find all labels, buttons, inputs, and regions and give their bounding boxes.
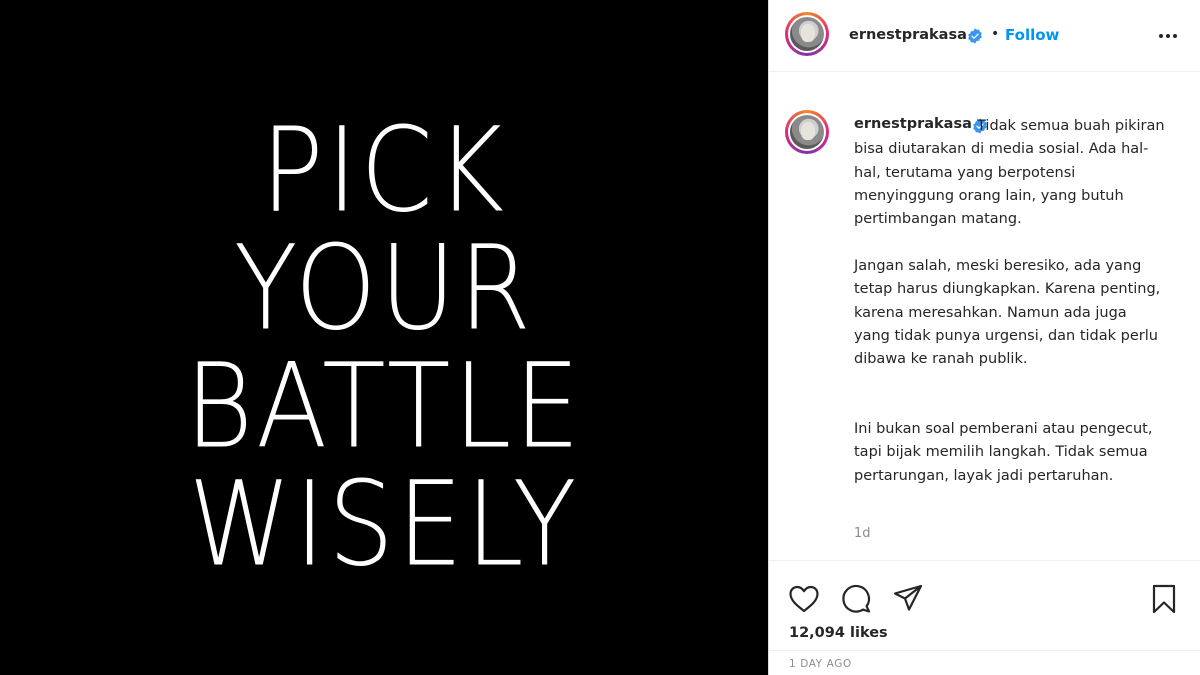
bookmark-icon[interactable]	[1147, 582, 1181, 616]
follow-button[interactable]: Follow	[1005, 26, 1059, 44]
like-count[interactable]: 12,094 likes	[789, 625, 888, 641]
post-date[interactable]: 1 DAY AGO	[789, 658, 852, 670]
caption-paragraph: Jangan salah, meski beresiko, ada yang t…	[854, 258, 1161, 368]
verified-badge-icon	[968, 28, 982, 44]
caption-paragraph: Ini bukan soal pemberani atau pengecut, …	[854, 421, 1153, 484]
heart-icon[interactable]	[787, 582, 821, 616]
avatar[interactable]	[785, 12, 829, 56]
post-image[interactable]: PICK YOUR BATTLE WISELY	[0, 0, 768, 675]
post-side-panel: ernestprakasa • Follow ernestprakasa Tid…	[768, 0, 1200, 675]
post-image-text-line: PICK	[260, 101, 508, 239]
divider	[769, 650, 1200, 651]
header-separator: •	[991, 26, 1000, 42]
comment-icon[interactable]	[839, 582, 873, 616]
post-image-text-line: BATTLE	[184, 337, 584, 475]
post-image-text-line: YOUR	[233, 219, 535, 357]
caption-paragraph: Tidak semua buah pikiran bisa diutarakan…	[854, 118, 1165, 228]
post-header: ernestprakasa • Follow	[769, 0, 1200, 72]
caption-age[interactable]: 1d	[854, 526, 871, 541]
paper-plane-icon[interactable]	[891, 582, 925, 616]
header-username[interactable]: ernestprakasa	[849, 27, 967, 43]
caption-avatar[interactable]	[785, 110, 829, 154]
post-image-text-line: WISELY	[188, 455, 580, 593]
more-horizontal-icon[interactable]	[1157, 26, 1179, 46]
